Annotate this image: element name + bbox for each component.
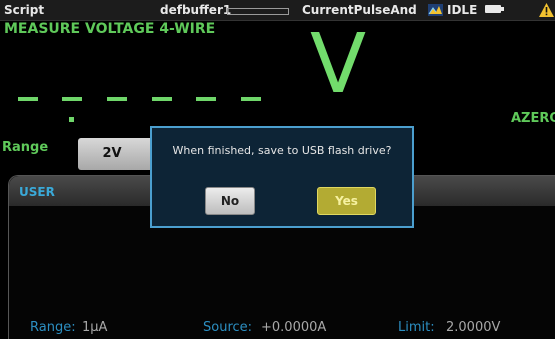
source-range-key: Range: — [30, 320, 76, 335]
limit-value[interactable]: 2.0000V — [446, 320, 500, 335]
panel-title: USER — [19, 185, 55, 199]
reading-dash — [18, 97, 38, 101]
buffer-fill-bar — [227, 8, 289, 15]
status-bar: Script defbuffer1 CurrentPulseAnd IDLE — [0, 0, 555, 21]
reading-dash — [107, 97, 127, 101]
state-indicator[interactable]: IDLE — [447, 2, 477, 18]
battery-icon — [485, 5, 504, 13]
source-range-value[interactable]: 1µA — [82, 320, 107, 335]
dialog-message: When finished, save to USB flash drive? — [172, 144, 392, 157]
script-running-icon — [428, 4, 443, 16]
reading-dash — [62, 97, 82, 101]
script-indicator[interactable]: Script — [4, 2, 44, 18]
source-value[interactable]: +0.0000A — [261, 320, 326, 335]
reading-dash — [196, 97, 216, 101]
save-usb-dialog: When finished, save to USB flash drive? … — [150, 126, 414, 228]
no-button[interactable]: No — [205, 187, 255, 215]
decimal-point — [69, 117, 74, 122]
reading-dash — [241, 97, 261, 101]
autozero-indicator[interactable]: AZERO — [511, 111, 555, 126]
reading-dash — [152, 97, 172, 101]
warning-icon[interactable] — [538, 2, 555, 18]
instrument-screen: Script defbuffer1 CurrentPulseAnd IDLE M… — [0, 0, 555, 339]
reading-unit: V — [310, 17, 367, 112]
range-button[interactable]: 2V — [78, 138, 160, 170]
script-name[interactable]: CurrentPulseAnd — [302, 2, 417, 18]
buffer-name[interactable]: defbuffer1 — [160, 2, 231, 18]
measure-function-label[interactable]: MEASURE VOLTAGE 4-WIRE — [4, 21, 215, 37]
limit-key: Limit: — [398, 320, 435, 335]
yes-button[interactable]: Yes — [317, 187, 376, 215]
source-key: Source: — [203, 320, 253, 335]
range-label: Range — [2, 140, 49, 155]
